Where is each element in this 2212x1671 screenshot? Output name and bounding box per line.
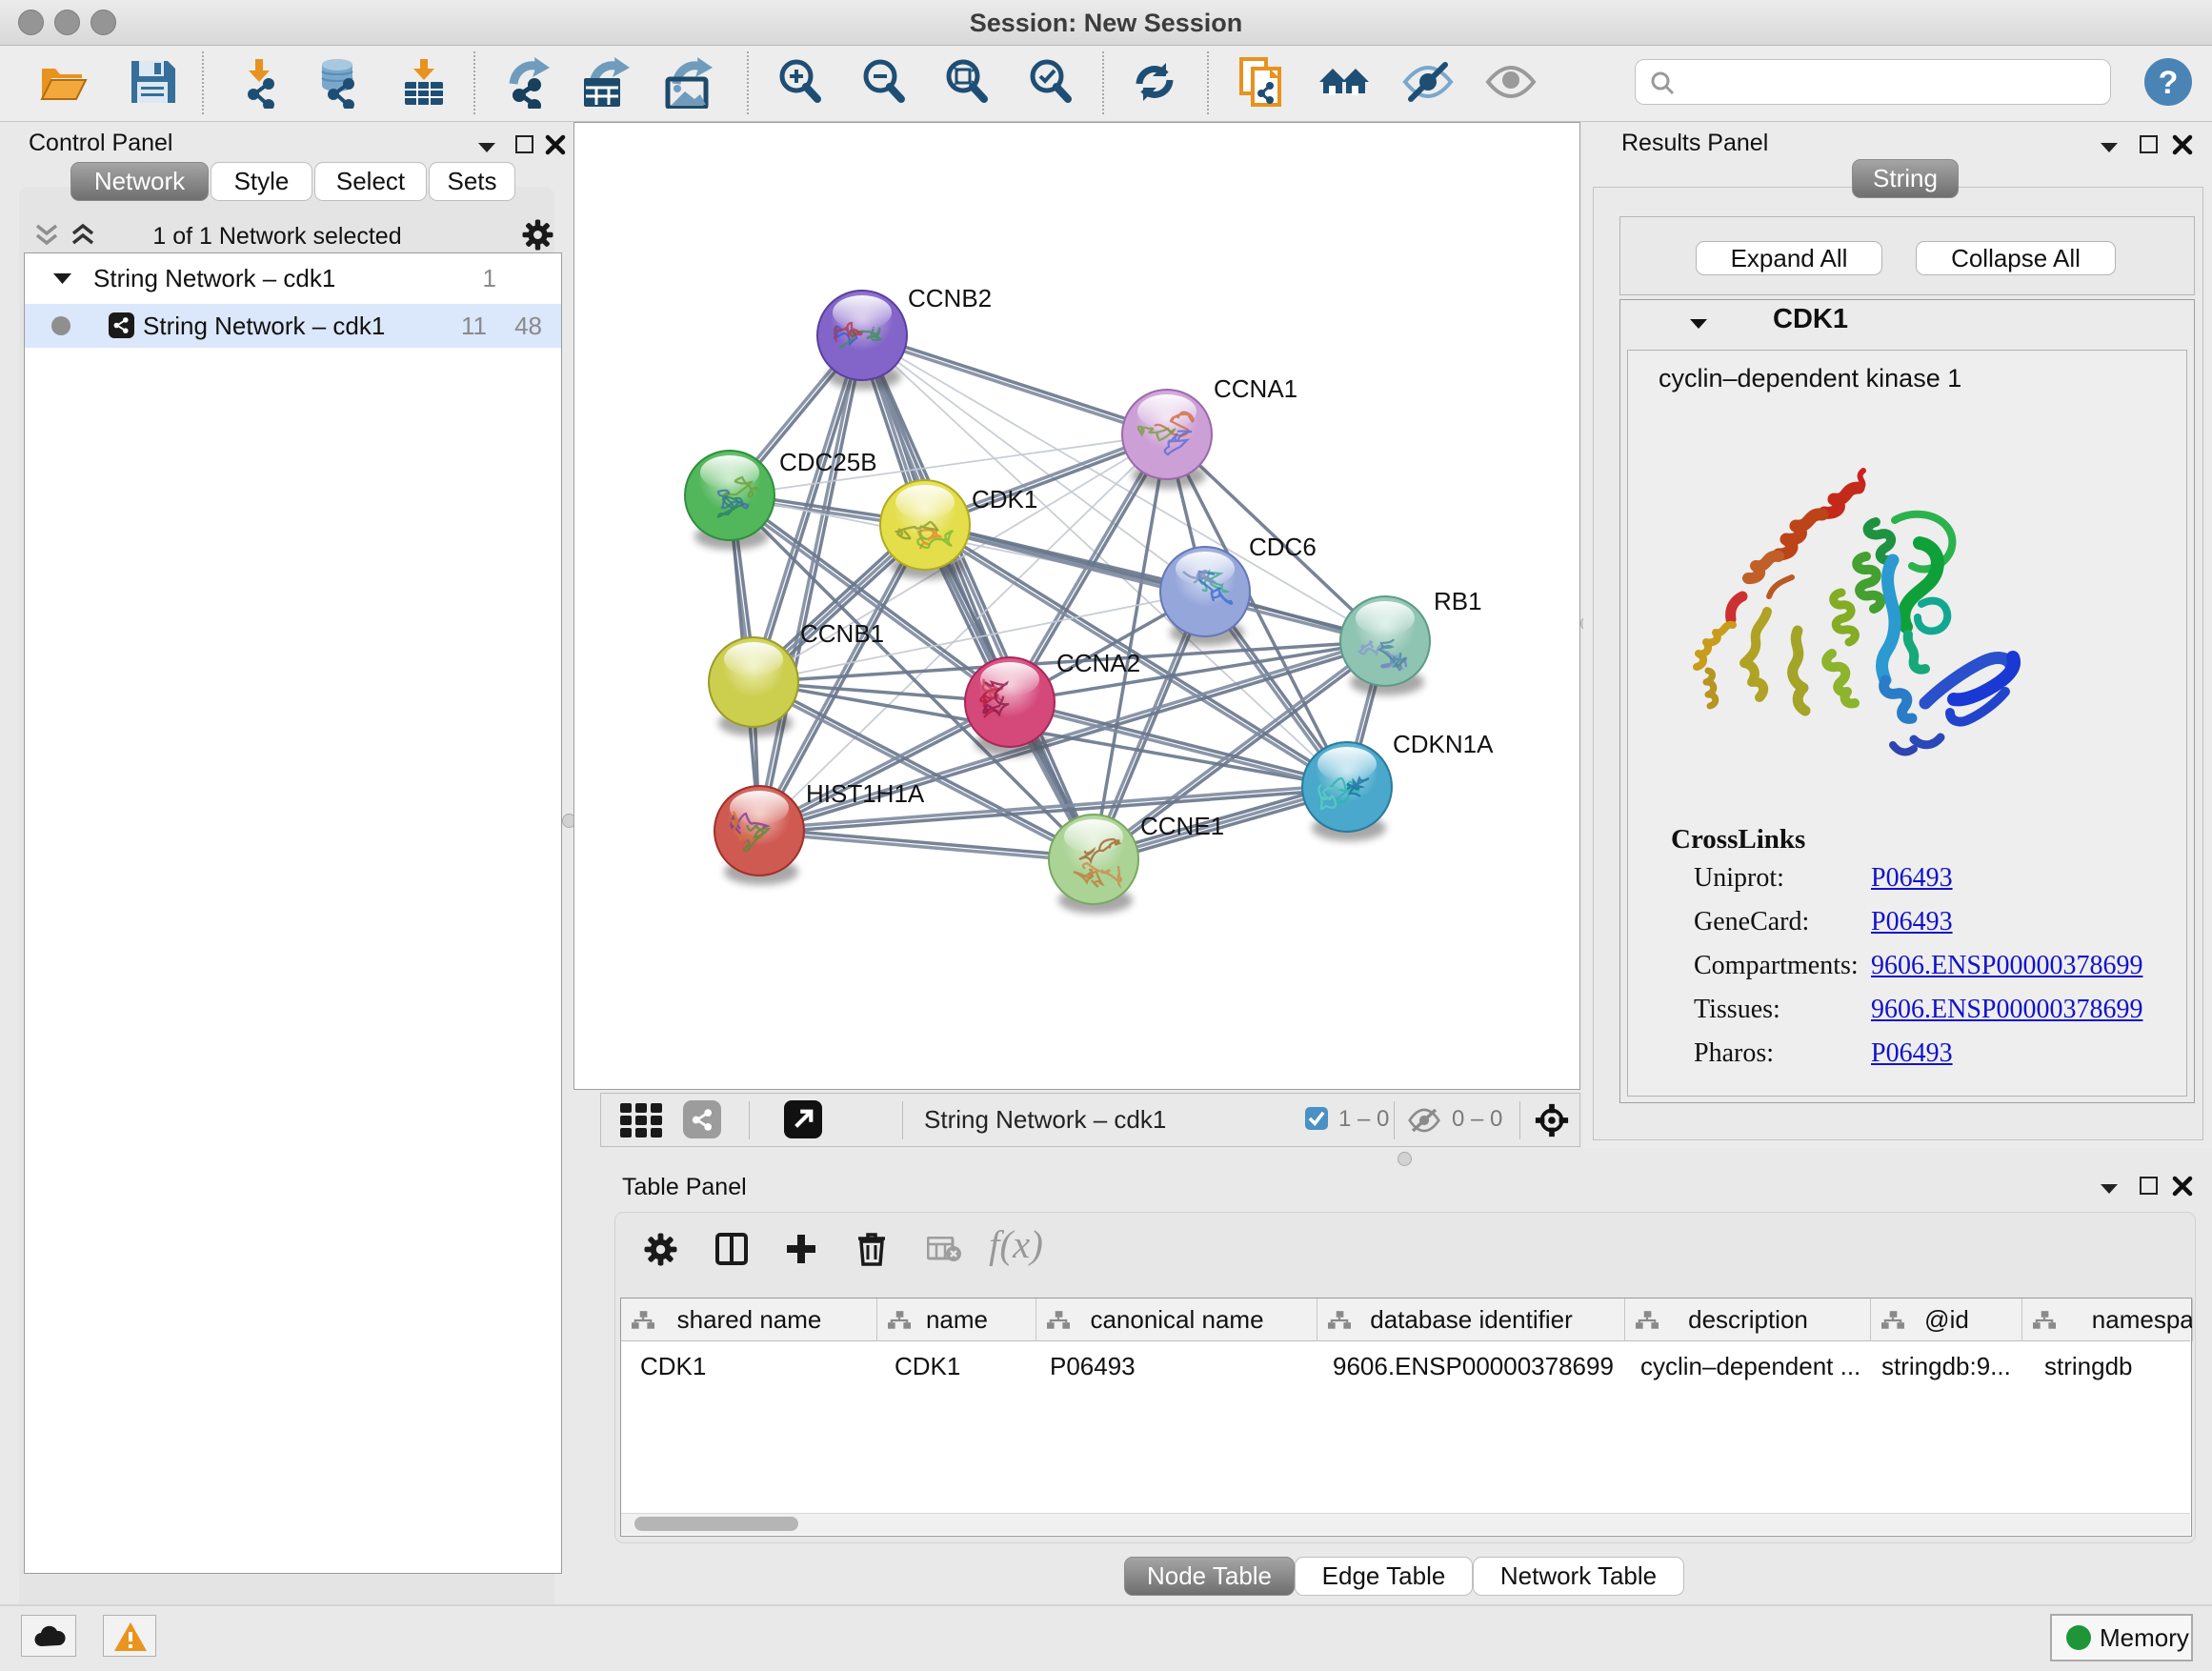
svg-text:CCNB2: CCNB2 xyxy=(908,284,992,312)
svg-text:?: ? xyxy=(2159,65,2179,101)
svg-text:CDC6: CDC6 xyxy=(1249,533,1317,561)
svg-text:HIST1H1A: HIST1H1A xyxy=(806,779,925,808)
svg-text:RB1: RB1 xyxy=(1434,587,1482,615)
svg-text:CDC25B: CDC25B xyxy=(779,448,877,476)
svg-text:CDK1: CDK1 xyxy=(972,485,1037,513)
svg-text:CCNB1: CCNB1 xyxy=(800,619,884,648)
svg-text:CCNA1: CCNA1 xyxy=(1214,374,1297,403)
svg-text:CCNA2: CCNA2 xyxy=(1056,649,1140,677)
svg-text:CCNE1: CCNE1 xyxy=(1140,812,1224,840)
svg-text:CDKN1A: CDKN1A xyxy=(1393,730,1494,758)
